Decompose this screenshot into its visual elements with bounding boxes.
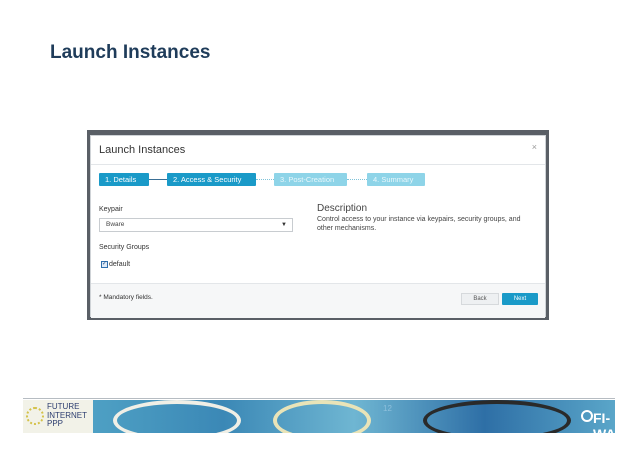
security-groups-label: Security Groups	[99, 244, 150, 251]
description-heading: Description	[317, 203, 368, 214]
dialog-header: Launch Instances ×	[91, 136, 545, 165]
slide-footer: FUTURE INTERNET PPP 12 FI-WARE	[23, 400, 615, 433]
keypair-selected-value: Bware	[106, 221, 125, 228]
wizard-step-access-security[interactable]: 2. Access & Security	[167, 173, 256, 186]
back-button[interactable]: Back	[461, 293, 499, 305]
chevron-down-icon: ▼	[281, 222, 287, 228]
dialog-title: Launch Instances	[99, 144, 186, 156]
next-button[interactable]: Next	[502, 293, 538, 305]
security-group-default-checkbox[interactable]: ✓	[101, 261, 108, 268]
fiware-brand: FI-WARE	[593, 410, 615, 433]
close-icon[interactable]: ×	[532, 142, 537, 152]
decorative-wave	[113, 400, 241, 433]
logo-line: PPP	[47, 419, 64, 428]
wizard-step-post-creation[interactable]: 3. Post-Creation	[274, 173, 347, 186]
wizard-connector	[256, 179, 274, 180]
footer-banner: 12 FI-WARE	[93, 400, 615, 433]
decorative-wave	[273, 400, 371, 433]
footer-divider	[23, 398, 615, 399]
mandatory-note: * Mandatory fields.	[99, 294, 153, 301]
description-text: Control access to your instance via keyp…	[317, 216, 521, 232]
launch-instance-dialog: Launch Instances × 1. Details 2. Access …	[90, 135, 546, 318]
wizard-steps: 1. Details 2. Access & Security 3. Post-…	[99, 173, 539, 186]
wizard-connector	[347, 179, 367, 180]
slide-title: Launch Instances	[50, 42, 211, 63]
wizard-step-details[interactable]: 1. Details	[99, 173, 149, 186]
wizard-step-summary[interactable]: 4. Summary	[367, 173, 425, 186]
future-internet-logo: FUTURE INTERNET PPP	[23, 400, 93, 433]
sun-icon	[26, 407, 44, 425]
decorative-wave	[423, 400, 571, 433]
keypair-select[interactable]: Bware ▼	[99, 218, 293, 232]
security-group-default-label: default	[109, 261, 131, 268]
page-number: 12	[383, 404, 392, 413]
keypair-label: Keypair	[99, 206, 123, 213]
fiware-swirl-icon	[581, 410, 593, 422]
wizard-connector	[149, 179, 167, 180]
